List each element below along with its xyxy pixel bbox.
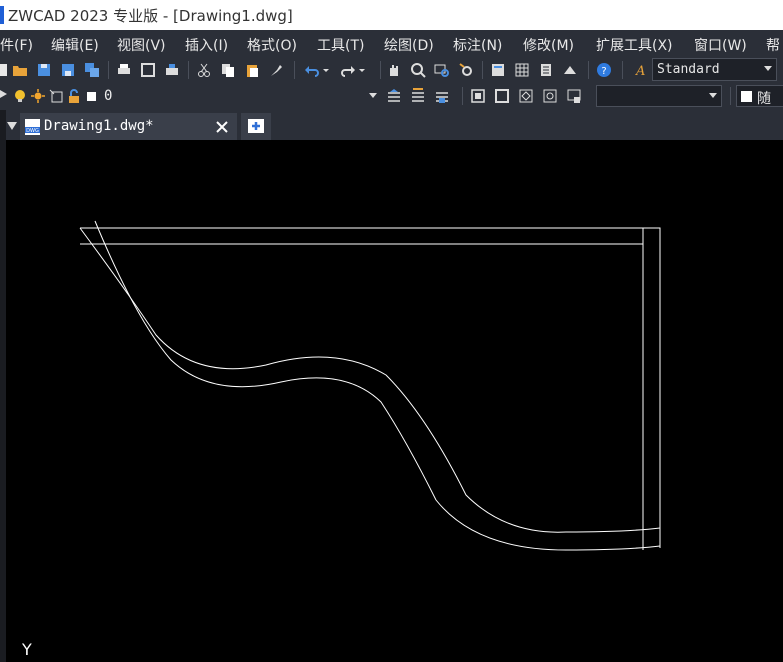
markup-icon[interactable]	[562, 62, 578, 78]
menu-edit[interactable]: 编辑(E)	[51, 35, 99, 55]
convert-object-viewport-icon[interactable]	[542, 88, 558, 104]
text-style-value: Standard	[657, 62, 720, 77]
menu-view[interactable]: 视图(V)	[117, 35, 166, 55]
new-tab-button[interactable]	[241, 113, 271, 140]
lock-open-icon[interactable]	[66, 88, 82, 104]
linetype-select[interactable]	[596, 85, 722, 107]
new-file-icon[interactable]	[0, 62, 10, 78]
svg-text:A: A	[635, 64, 645, 78]
svg-text:?: ?	[601, 66, 606, 77]
open-folder-icon[interactable]	[12, 62, 28, 78]
properties-icon[interactable]	[490, 62, 506, 78]
document-tab-bar: DWG Drawing1.dwg*	[0, 110, 783, 140]
bulb-on-icon[interactable]	[12, 88, 28, 104]
pan-hand-icon[interactable]	[386, 62, 402, 78]
toolbar-separator	[294, 61, 295, 79]
menu-bar: 件(F) 编辑(E) 视图(V) 插入(I) 格式(O) 工具(T) 绘图(D)…	[0, 30, 783, 57]
drawing-canvas[interactable]: Y	[6, 140, 783, 662]
clip-viewport-icon[interactable]	[566, 88, 582, 104]
menu-extensions[interactable]: 扩展工具(X)	[596, 35, 673, 55]
print-icon[interactable]	[116, 62, 132, 78]
tab-label: Drawing1.dwg*	[44, 118, 154, 134]
tool-palettes-icon[interactable]	[538, 62, 554, 78]
zoom-realtime-icon[interactable]	[410, 62, 426, 78]
plot-icon[interactable]	[164, 62, 180, 78]
outer-frame-line	[80, 227, 661, 548]
close-icon[interactable]	[216, 121, 228, 133]
undo-dropdown-icon[interactable]	[322, 62, 330, 78]
color-select[interactable]: 随层	[736, 85, 783, 127]
drawing-geometry	[79, 220, 661, 551]
layer-states-icon[interactable]	[434, 88, 450, 104]
toolbar-separator	[462, 87, 463, 105]
toolbar-separator	[188, 61, 189, 79]
polygonal-viewport-icon[interactable]	[518, 88, 534, 104]
sun-thaw-icon[interactable]	[30, 88, 46, 104]
toolbar-separator	[730, 87, 731, 105]
menu-format[interactable]: 格式(O)	[247, 35, 297, 55]
single-viewport-icon[interactable]	[494, 88, 510, 104]
save-as-icon[interactable]	[60, 62, 76, 78]
layer-select[interactable]: 0	[100, 85, 383, 107]
undo-icon[interactable]	[304, 62, 320, 78]
cut-icon[interactable]	[196, 62, 212, 78]
zoom-previous-icon[interactable]	[458, 62, 474, 78]
layer-previous-icon[interactable]	[410, 88, 426, 104]
toolbar-separator	[622, 61, 623, 79]
named-views-icon[interactable]	[470, 88, 486, 104]
chevron-down-icon	[709, 93, 717, 98]
chevron-down-icon	[369, 93, 377, 98]
layer-manager-icon[interactable]	[0, 88, 8, 104]
save-icon[interactable]	[36, 62, 52, 78]
new-drawing-icon	[248, 119, 264, 133]
toolbar-separator	[380, 61, 381, 79]
standard-toolbar: ? A Standard	[0, 57, 783, 83]
svg-text:DWG: DWG	[26, 128, 39, 134]
menu-dimension[interactable]: 标注(N)	[453, 35, 502, 55]
menu-draw[interactable]: 绘图(D)	[384, 35, 434, 55]
tab-list-dropdown-icon[interactable]	[7, 122, 17, 130]
menu-help[interactable]: 帮	[766, 35, 780, 55]
layers-toolbar: 0 随层	[0, 83, 783, 127]
copy-icon[interactable]	[220, 62, 236, 78]
title-bar: ZWCAD 2023 专业版 - [Drawing1.dwg]	[0, 0, 783, 30]
text-style-icon[interactable]: A	[634, 62, 650, 78]
redo-icon[interactable]	[340, 62, 356, 78]
print-preview-icon[interactable]	[140, 62, 156, 78]
inner-curve	[94, 220, 661, 551]
tab-drawing1[interactable]: DWG Drawing1.dwg*	[20, 113, 237, 140]
app-logo-icon	[0, 6, 4, 24]
ucs-y-label: Y	[22, 640, 32, 659]
redo-dropdown-icon[interactable]	[358, 62, 366, 78]
paste-icon[interactable]	[244, 62, 260, 78]
layer-color-swatch-icon	[87, 92, 96, 101]
match-properties-icon[interactable]	[268, 62, 284, 78]
menu-modify[interactable]: 修改(M)	[523, 35, 574, 55]
toolbar-separator	[482, 61, 483, 79]
make-object-layer-current-icon[interactable]	[386, 88, 402, 104]
layer-value: 0	[104, 88, 113, 104]
outer-curve	[79, 227, 661, 533]
viewport-freeze-icon[interactable]	[48, 88, 64, 104]
menu-tools[interactable]: 工具(T)	[317, 35, 364, 55]
color-swatch-icon	[741, 91, 752, 102]
chevron-down-icon	[764, 66, 772, 71]
menu-window[interactable]: 窗口(W)	[694, 35, 747, 55]
save-all-icon[interactable]	[84, 62, 100, 78]
dwg-file-icon: DWG	[25, 119, 40, 135]
design-center-icon[interactable]	[514, 62, 530, 78]
toolbar-separator	[588, 61, 589, 79]
zoom-window-icon[interactable]	[434, 62, 450, 78]
menu-file[interactable]: 件(F)	[0, 35, 33, 55]
help-icon[interactable]: ?	[596, 62, 612, 78]
toolbar-separator	[108, 61, 109, 79]
text-style-select[interactable]: Standard	[652, 58, 777, 81]
window-title: ZWCAD 2023 专业版 - [Drawing1.dwg]	[8, 7, 293, 25]
menu-insert[interactable]: 插入(I)	[185, 35, 228, 55]
